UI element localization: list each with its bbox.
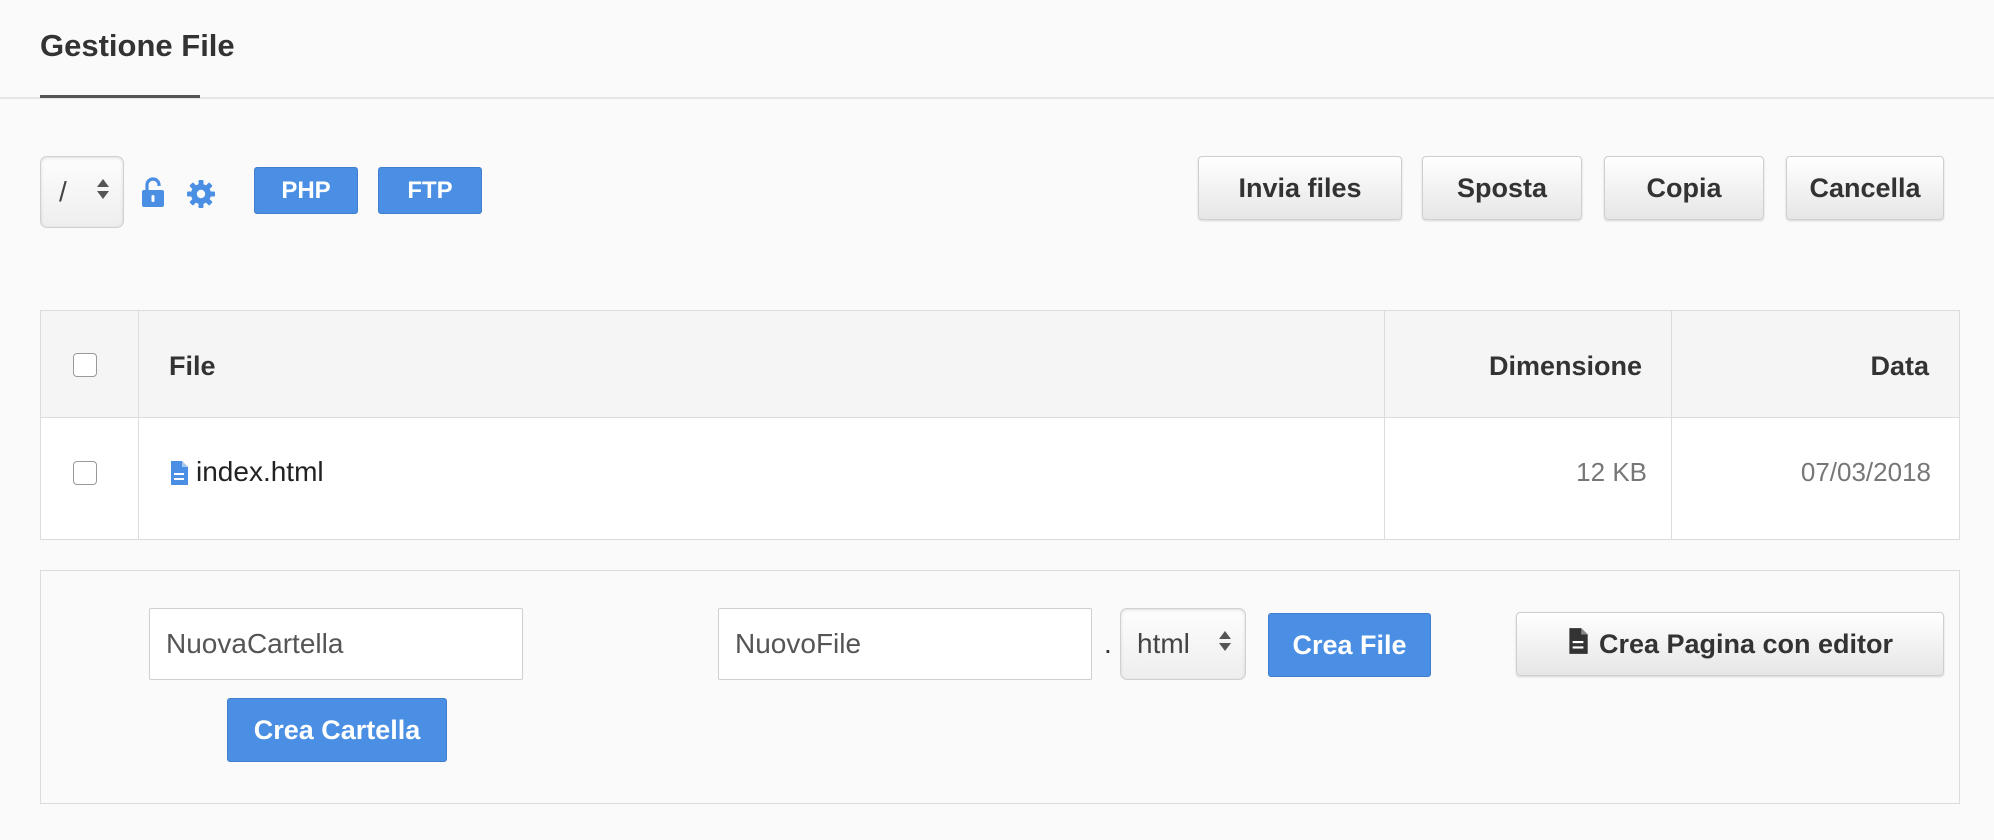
file-name-link[interactable]: index.html (196, 456, 324, 488)
column-divider (1671, 311, 1672, 539)
create-folder-button[interactable]: Crea Cartella (227, 698, 447, 762)
send-files-button[interactable]: Invia files (1198, 156, 1402, 220)
new-folder-input[interactable] (149, 608, 523, 680)
column-header-file: File (169, 351, 216, 381)
copy-button[interactable]: Copia (1604, 156, 1764, 220)
new-file-input[interactable] (718, 608, 1092, 680)
create-file-button[interactable]: Crea File (1268, 613, 1431, 677)
ftp-button[interactable]: FTP (378, 167, 482, 214)
file-text-icon (169, 460, 189, 491)
path-select-value: / (59, 176, 67, 207)
create-page-editor-label: Crea Pagina con editor (1598, 628, 1894, 659)
column-divider (138, 311, 139, 539)
gear-icon[interactable] (186, 179, 216, 214)
row-checkbox[interactable] (73, 461, 97, 485)
extension-select-value: html (1137, 628, 1190, 659)
delete-button[interactable]: Cancella (1786, 156, 1944, 220)
column-divider (1384, 311, 1385, 539)
extension-separator: . (1104, 628, 1112, 659)
column-header-date: Data (1870, 351, 1929, 381)
unlock-icon[interactable] (140, 176, 166, 213)
file-size: 12 KB (1576, 457, 1647, 487)
path-select[interactable]: / (40, 156, 124, 228)
column-header-size: Dimensione (1488, 351, 1642, 381)
file-date: 07/03/2018 (1800, 457, 1931, 487)
file-table: File Dimensione Data index.html 12 KB 07… (40, 310, 1960, 540)
page-title: Gestione File (40, 28, 235, 63)
title-divider (0, 97, 1994, 99)
php-button[interactable]: PHP (254, 167, 358, 214)
file-text-icon (1567, 627, 1589, 662)
title-underline (40, 95, 200, 98)
create-page-editor-button[interactable]: Crea Pagina con editor (1516, 612, 1944, 676)
spinner-icon (97, 179, 109, 199)
extension-select[interactable]: html (1120, 608, 1246, 680)
spinner-icon (1219, 631, 1231, 651)
create-panel (40, 570, 1960, 804)
move-button[interactable]: Sposta (1422, 156, 1582, 220)
select-all-checkbox[interactable] (73, 353, 97, 377)
